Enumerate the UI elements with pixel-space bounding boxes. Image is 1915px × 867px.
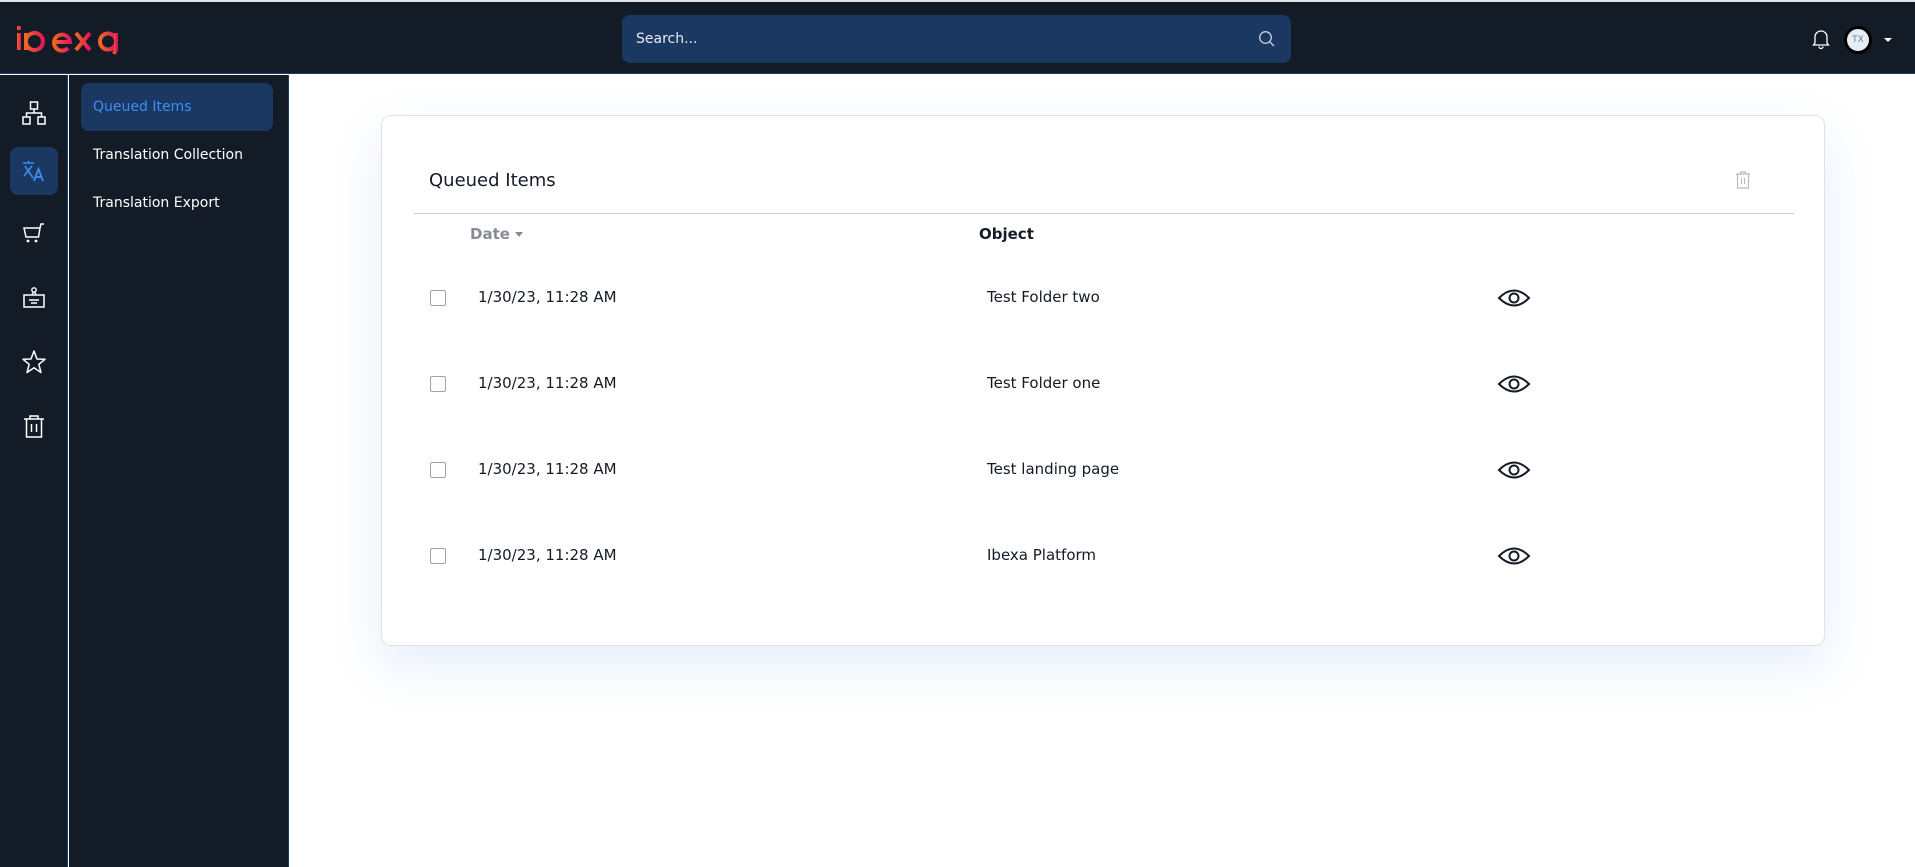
page-title: Queued Items bbox=[429, 170, 556, 191]
table-row: 1/30/23, 11:28 AM Test Folder two bbox=[414, 255, 1794, 341]
submenu-item-queued-items[interactable]: Queued Items bbox=[81, 83, 273, 131]
rail-item-translation[interactable] bbox=[10, 147, 58, 195]
table-row: 1/30/23, 11:28 AM Ibexa Platform bbox=[414, 513, 1794, 599]
column-header-date[interactable]: Date bbox=[470, 225, 523, 243]
row-date: 1/30/23, 11:28 AM bbox=[478, 288, 617, 306]
row-object: Test Folder two bbox=[987, 288, 1100, 306]
table-row: 1/30/23, 11:28 AM Test landing page bbox=[414, 427, 1794, 513]
column-header-object: Object bbox=[979, 225, 1034, 243]
rail-item-admin[interactable] bbox=[10, 274, 58, 322]
translation-submenu: Queued Items Translation Collection Tran… bbox=[69, 75, 289, 867]
table-row: 1/30/23, 11:28 AM Test Folder one bbox=[414, 341, 1794, 427]
translate-icon bbox=[23, 161, 44, 182]
submenu-item-translation-collection[interactable]: Translation Collection bbox=[81, 131, 273, 179]
ibexa-logo[interactable] bbox=[16, 20, 136, 56]
trash-icon bbox=[24, 415, 44, 438]
delete-selected-button[interactable] bbox=[1734, 170, 1752, 190]
sort-desc-icon bbox=[514, 231, 523, 237]
row-checkbox[interactable] bbox=[430, 290, 446, 306]
row-date: 1/30/23, 11:28 AM bbox=[478, 374, 617, 392]
submenu-item-translation-export[interactable]: Translation Export bbox=[81, 179, 273, 227]
row-object: Ibexa Platform bbox=[987, 546, 1097, 564]
eye-icon[interactable] bbox=[1497, 544, 1531, 568]
submenu-item-label: Queued Items bbox=[93, 99, 192, 115]
eye-icon[interactable] bbox=[1497, 458, 1531, 482]
sitemap-icon bbox=[22, 101, 46, 125]
rail-item-bookmarks[interactable] bbox=[10, 338, 58, 386]
eye-icon[interactable] bbox=[1497, 286, 1531, 310]
main-nav-rail bbox=[0, 75, 68, 867]
row-checkbox[interactable] bbox=[430, 548, 446, 564]
star-icon bbox=[22, 350, 46, 374]
user-menu-caret-icon[interactable] bbox=[1884, 38, 1892, 42]
row-checkbox[interactable] bbox=[430, 376, 446, 392]
row-checkbox[interactable] bbox=[430, 462, 446, 478]
header-divider bbox=[414, 213, 1794, 214]
column-header-date-label: Date bbox=[470, 225, 510, 243]
row-object: Test landing page bbox=[987, 460, 1120, 478]
admin-panel-icon bbox=[23, 287, 45, 308]
row-object: Test Folder one bbox=[987, 374, 1101, 392]
rail-item-commerce[interactable] bbox=[10, 210, 58, 258]
top-header: TX bbox=[0, 2, 1915, 74]
user-avatar[interactable]: TX bbox=[1844, 26, 1872, 54]
rail-item-trash[interactable] bbox=[10, 402, 58, 450]
row-date: 1/30/23, 11:28 AM bbox=[478, 546, 617, 564]
submenu-item-label: Translation Export bbox=[93, 195, 220, 211]
queued-items-card: Queued Items Date Object 1/30/23, 11:28 … bbox=[381, 115, 1825, 646]
eye-icon[interactable] bbox=[1497, 372, 1531, 396]
bell-icon[interactable] bbox=[1811, 28, 1831, 50]
search-input[interactable] bbox=[636, 31, 1257, 47]
submenu-item-label: Translation Collection bbox=[93, 147, 243, 163]
row-date: 1/30/23, 11:28 AM bbox=[478, 460, 617, 478]
user-initials: TX bbox=[1852, 35, 1864, 45]
search-icon[interactable] bbox=[1257, 29, 1277, 49]
rail-item-content-structure[interactable] bbox=[10, 89, 58, 137]
cart-icon bbox=[23, 223, 44, 243]
global-search[interactable] bbox=[622, 15, 1291, 63]
